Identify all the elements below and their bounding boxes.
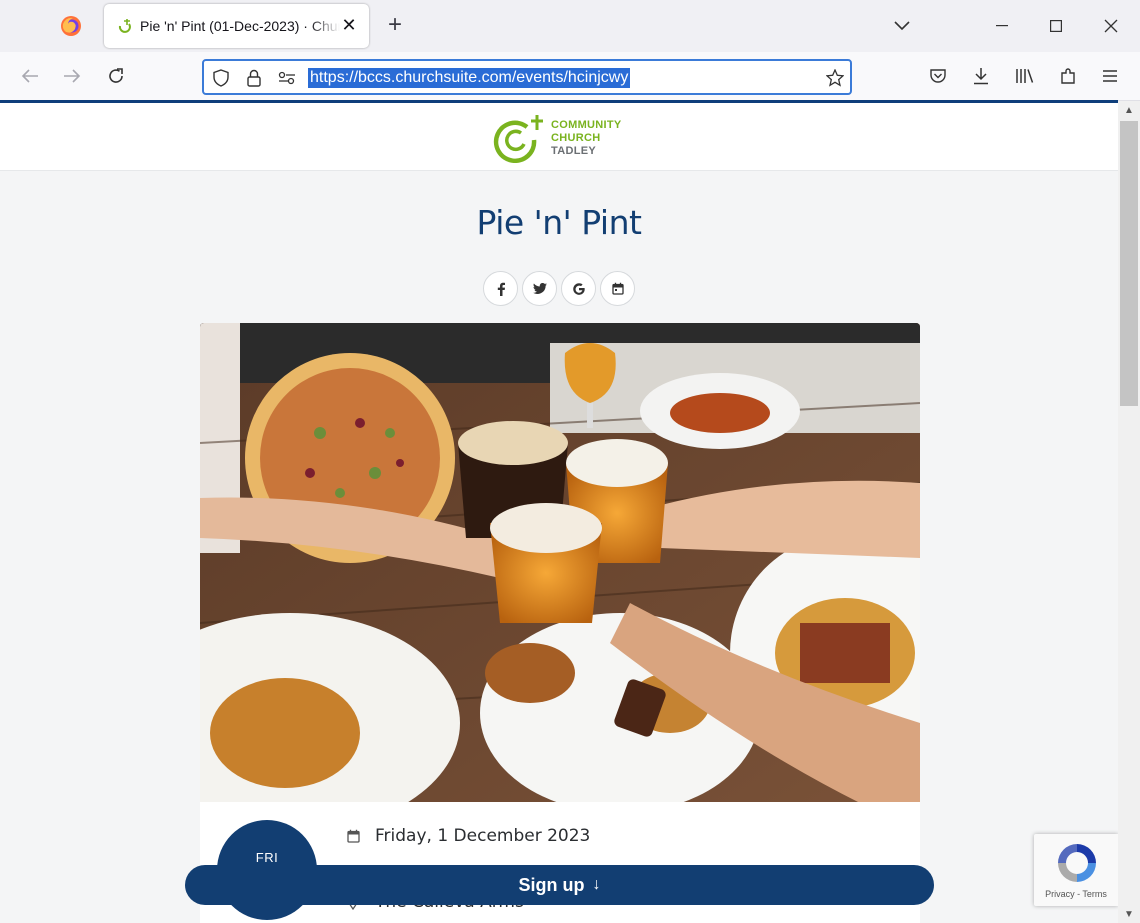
active-tab[interactable]: Pie 'n' Pint (01-Dec-2023) · Church ✕ <box>104 4 369 48</box>
logo-line-3: TADLEY <box>551 145 596 157</box>
sign-up-label: Sign up <box>518 874 585 895</box>
close-window-icon[interactable] <box>1099 14 1123 38</box>
twitter-share-button[interactable] <box>522 271 557 306</box>
page-scrollbar[interactable]: ▲ ▼ <box>1118 101 1140 923</box>
logo-line-1: COMMUNITY <box>551 119 622 131</box>
event-hero-image <box>200 323 920 803</box>
logo-text: COMMUNITY CHURCH TADLEY <box>551 119 622 158</box>
scrollbar-thumb[interactable] <box>1120 121 1138 406</box>
close-tab-icon[interactable]: ✕ <box>339 15 359 35</box>
twitter-icon <box>532 282 547 294</box>
new-tab-button[interactable]: + <box>382 13 408 39</box>
date-badge-day: FRI <box>255 850 279 865</box>
downloads-icon[interactable] <box>969 64 993 88</box>
back-icon[interactable] <box>18 64 42 88</box>
maximize-icon[interactable] <box>1044 14 1068 38</box>
event-date-row: Friday, 1 December 2023 <box>345 826 590 846</box>
arrow-down-icon: ↓ <box>592 876 601 893</box>
library-icon[interactable] <box>1013 64 1037 88</box>
pocket-icon[interactable] <box>926 64 950 88</box>
share-buttons <box>483 271 637 307</box>
food-and-beer-photo <box>200 323 920 803</box>
reload-icon[interactable] <box>104 64 128 88</box>
url-text[interactable]: https://bccs.churchsuite.com/events/hcin… <box>308 68 631 88</box>
google-icon <box>572 282 585 295</box>
bookmark-star-icon[interactable] <box>826 69 844 87</box>
church-logo[interactable]: COMMUNITY CHURCH TADLEY <box>493 113 633 163</box>
facebook-share-button[interactable] <box>483 271 518 306</box>
permissions-icon[interactable] <box>278 69 296 87</box>
minimize-icon[interactable] <box>990 14 1014 38</box>
web-page: COMMUNITY CHURCH TADLEY Pie 'n' Pint FRI… <box>0 103 1118 923</box>
recaptcha-badge[interactable]: Privacy - Terms <box>1034 834 1118 906</box>
navigation-toolbar: https://bccs.churchsuite.com/events/hcin… <box>0 52 1140 101</box>
google-share-button[interactable] <box>561 271 596 306</box>
calendar-icon <box>611 282 624 295</box>
facebook-icon <box>497 282 505 296</box>
church-logo-icon <box>493 115 543 163</box>
sign-up-button[interactable]: Sign up ↓ <box>185 865 934 905</box>
calendar-icon <box>345 828 361 844</box>
recaptcha-icon <box>1058 844 1096 882</box>
event-title: Pie 'n' Pint <box>476 203 642 242</box>
scroll-down-icon[interactable]: ▼ <box>1118 905 1140 923</box>
event-date-text: Friday, 1 December 2023 <box>375 826 591 846</box>
menu-icon[interactable] <box>1098 64 1122 88</box>
shield-icon[interactable] <box>212 69 230 87</box>
logo-line-2: CHURCH <box>551 132 601 144</box>
site-header: COMMUNITY CHURCH TADLEY <box>0 103 1118 171</box>
add-to-calendar-button[interactable] <box>600 271 635 306</box>
forward-icon[interactable] <box>60 64 84 88</box>
church-favicon-icon <box>118 19 131 33</box>
tab-title: Pie 'n' Pint (01-Dec-2023) · Church <box>140 18 340 34</box>
list-all-tabs-icon[interactable] <box>890 14 914 38</box>
scroll-up-icon[interactable]: ▲ <box>1118 101 1140 119</box>
recaptcha-links[interactable]: Privacy - Terms <box>1034 889 1118 899</box>
tab-bar: Pie 'n' Pint (01-Dec-2023) · Church ✕ + <box>0 0 1140 52</box>
extensions-icon[interactable] <box>1056 64 1080 88</box>
firefox-icon[interactable] <box>60 15 82 37</box>
lock-icon[interactable] <box>245 69 263 87</box>
address-bar[interactable]: https://bccs.churchsuite.com/events/hcin… <box>202 59 852 95</box>
